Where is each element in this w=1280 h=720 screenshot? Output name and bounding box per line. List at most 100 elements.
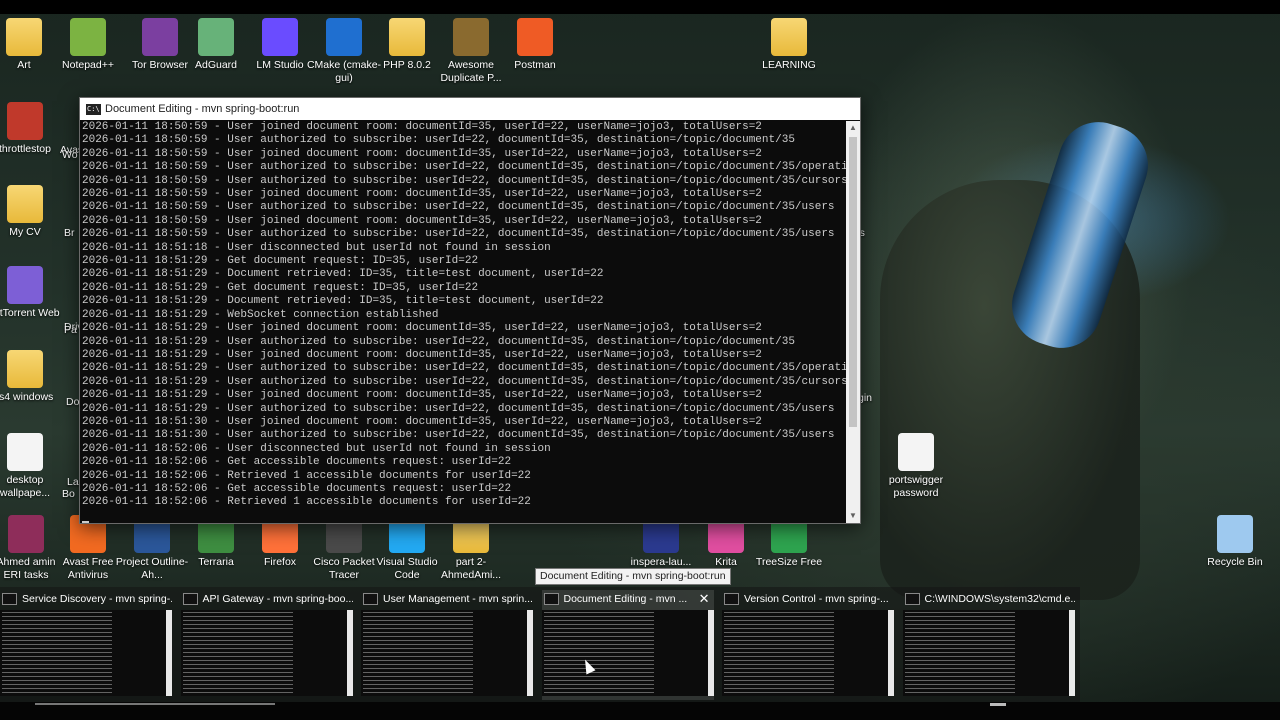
desktop-icon[interactable]: Postman (496, 18, 574, 72)
task-thumbnail-label: User Management - mvn sprin... (383, 593, 533, 605)
desktop-icon-label: ls4 windows (0, 391, 54, 403)
console-line: 2026-01-11 18:51:30 - User joined docume… (82, 415, 762, 428)
task-thumbnail-title[interactable]: Document Editing - mvn ... (542, 590, 714, 608)
task-thumbnail-title[interactable]: User Management - mvn sprin... (361, 590, 533, 608)
cmd-icon (182, 593, 198, 605)
console-line: 2026-01-11 18:51:29 - Document retrieved… (82, 268, 604, 281)
console-line: 2026-01-11 18:50:59 - User joined docume… (82, 147, 762, 160)
console-line: 2026-01-11 18:51:29 - User joined docume… (82, 322, 762, 335)
task-thumbnail-label: API Gateway - mvn spring-boo... (202, 593, 353, 605)
folder-icon (389, 18, 425, 56)
taskbar-indicator-2 (990, 703, 1006, 706)
task-thumbnail-preview[interactable] (722, 610, 894, 696)
desktop-icon[interactable]: ls4 windows (0, 350, 64, 404)
cmd-icon (724, 593, 739, 605)
task-thumbnail-preview[interactable] (541, 610, 714, 696)
desktop-icon-label: throttlestop (0, 143, 51, 155)
task-thumbnail-preview[interactable] (361, 610, 533, 696)
console-title: Document Editing - mvn spring-boot:run (105, 103, 300, 115)
console-line: 2026-01-11 18:50:59 - User authorized to… (82, 134, 795, 147)
folder-icon (7, 350, 43, 388)
desktop-icon-label: My CV (9, 226, 41, 238)
task-thumbnail[interactable]: API Gateway - mvn spring-boo... (180, 590, 353, 700)
console-titlebar[interactable]: C:\ Document Editing - mvn spring-boot:r… (80, 98, 860, 120)
task-thumbnail-preview[interactable] (0, 610, 172, 696)
bittorrent-icon (7, 266, 43, 304)
task-thumbnail[interactable]: User Management - mvn sprin... (361, 590, 533, 700)
desktop-icon[interactable]: BitTorrent Web (0, 266, 64, 320)
console-line: 2026-01-11 18:51:29 - User authorized to… (82, 375, 846, 388)
desktop-icon-label: TreeSize Free (755, 556, 823, 568)
desktop-icon[interactable]: portswigger password (877, 433, 955, 500)
desktop-icon[interactable]: My CV (0, 185, 64, 239)
console-cursor (82, 520, 89, 523)
task-thumbnail-label: Service Discovery - mvn spring-... (22, 593, 172, 605)
scroll-thumb[interactable] (849, 137, 857, 427)
cmd-icon (904, 593, 920, 605)
console-line: 2026-01-11 18:50:59 - User joined docume… (82, 214, 762, 227)
console-line: 2026-01-11 18:50:59 - User authorized to… (82, 228, 835, 241)
desktop-icon-label: Postman (514, 59, 556, 71)
console-line: 2026-01-11 18:50:59 - User authorized to… (82, 174, 846, 187)
console-scrollbar[interactable]: ▲ ▼ (846, 121, 860, 523)
console-line: 2026-01-11 18:51:29 - User authorized to… (82, 402, 835, 415)
folder-icon (7, 185, 43, 223)
folder-icon (6, 18, 42, 56)
wallpaper-file-icon (7, 433, 43, 471)
task-thumbnail[interactable]: Document Editing - mvn ... ✕ (541, 590, 714, 700)
partial-icon-label: gin (858, 392, 873, 404)
task-thumbnail-title[interactable]: API Gateway - mvn spring-boo... (181, 590, 353, 608)
console-line: 2026-01-11 18:51:29 - Get document reque… (82, 281, 479, 294)
mona-lisa-icon (453, 18, 489, 56)
task-thumbnail[interactable]: Version Control - mvn spring-... (722, 590, 894, 700)
text-file-icon (898, 433, 934, 471)
cmd-icon (543, 593, 559, 605)
task-thumbnail-title[interactable]: Service Discovery - mvn spring-... (0, 590, 172, 608)
desktop-icon-label: Recycle Bin (1207, 556, 1263, 568)
adguard-shield-icon (198, 18, 234, 56)
console-output[interactable]: 2026-01-11 18:50:59 - User joined docume… (80, 121, 846, 523)
task-thumbnail-title[interactable]: Version Control - mvn spring-... (722, 590, 894, 608)
scroll-up-arrow-icon[interactable]: ▲ (846, 121, 860, 135)
desktop-icon[interactable]: Notepad++ (49, 18, 127, 72)
close-icon[interactable]: ✕ (699, 591, 710, 607)
desktop-icon[interactable]: part 2- AhmedAmi... (432, 515, 510, 582)
desktop-icon[interactable]: LEARNING (750, 18, 828, 72)
console-window[interactable]: C:\ Document Editing - mvn spring-boot:r… (79, 97, 861, 524)
desktop-icon[interactable]: desktop wallpape... (0, 433, 64, 500)
task-thumbnail-preview[interactable] (902, 610, 1075, 696)
console-line: 2026-01-11 18:52:06 - Get accessible doc… (82, 482, 512, 495)
lm-studio-icon (262, 18, 298, 56)
desktop-icon[interactable]: throttlestop (0, 102, 64, 156)
desktop-icon-label: desktop wallpape... (0, 474, 51, 499)
console-line: 2026-01-11 18:50:59 - User authorized to… (82, 201, 835, 214)
postman-icon (517, 18, 553, 56)
taskbar-indicator (35, 703, 275, 705)
console-line: 2026-01-11 18:51:29 - WebSocket connecti… (82, 308, 439, 321)
console-line: 2026-01-11 18:51:29 - User authorized to… (82, 335, 795, 348)
console-line: 2026-01-11 18:52:06 - Retrieved 1 access… (82, 496, 531, 509)
console-line: 2026-01-11 18:51:29 - Get document reque… (82, 255, 479, 268)
task-thumbnail-label: Version Control - mvn spring-... (744, 593, 889, 605)
console-line: 2026-01-11 18:51:30 - User authorized to… (82, 429, 835, 442)
desktop-icon[interactable]: Recycle Bin (1196, 515, 1274, 569)
scroll-down-arrow-icon[interactable]: ▼ (846, 509, 860, 523)
console-line: 2026-01-11 18:50:59 - User joined docume… (82, 121, 762, 133)
task-thumbnail[interactable]: Service Discovery - mvn spring-... (0, 590, 172, 700)
task-thumbnail-title[interactable]: C:\WINDOWS\system32\cmd.e... (903, 590, 1075, 608)
console-line: 2026-01-11 18:51:29 - User authorized to… (82, 362, 846, 375)
console-line: 2026-01-11 18:51:29 - Document retrieved… (82, 295, 604, 308)
task-thumbnail[interactable]: C:\WINDOWS\system32\cmd.e... (902, 590, 1075, 700)
console-line: 2026-01-11 18:52:06 - Retrieved 1 access… (82, 469, 531, 482)
task-thumbnail-preview[interactable] (180, 610, 353, 696)
console-line: 2026-01-11 18:51:18 - User disconnected … (82, 241, 551, 254)
throttlestop-icon (7, 102, 43, 140)
console-line: 2026-01-11 18:51:29 - User joined docume… (82, 389, 762, 402)
console-line: 2026-01-11 18:50:59 - User authorized to… (82, 161, 846, 174)
console-line: 2026-01-11 18:50:59 - User joined docume… (82, 188, 762, 201)
cmd-icon (363, 593, 378, 605)
desktop-icon-label: portswigger password (888, 474, 944, 499)
cmd-icon: C:\ (86, 103, 101, 115)
desktop-icon-label: Notepad++ (62, 59, 114, 71)
desktop-icon-label: part 2- AhmedAmi... (440, 556, 502, 581)
